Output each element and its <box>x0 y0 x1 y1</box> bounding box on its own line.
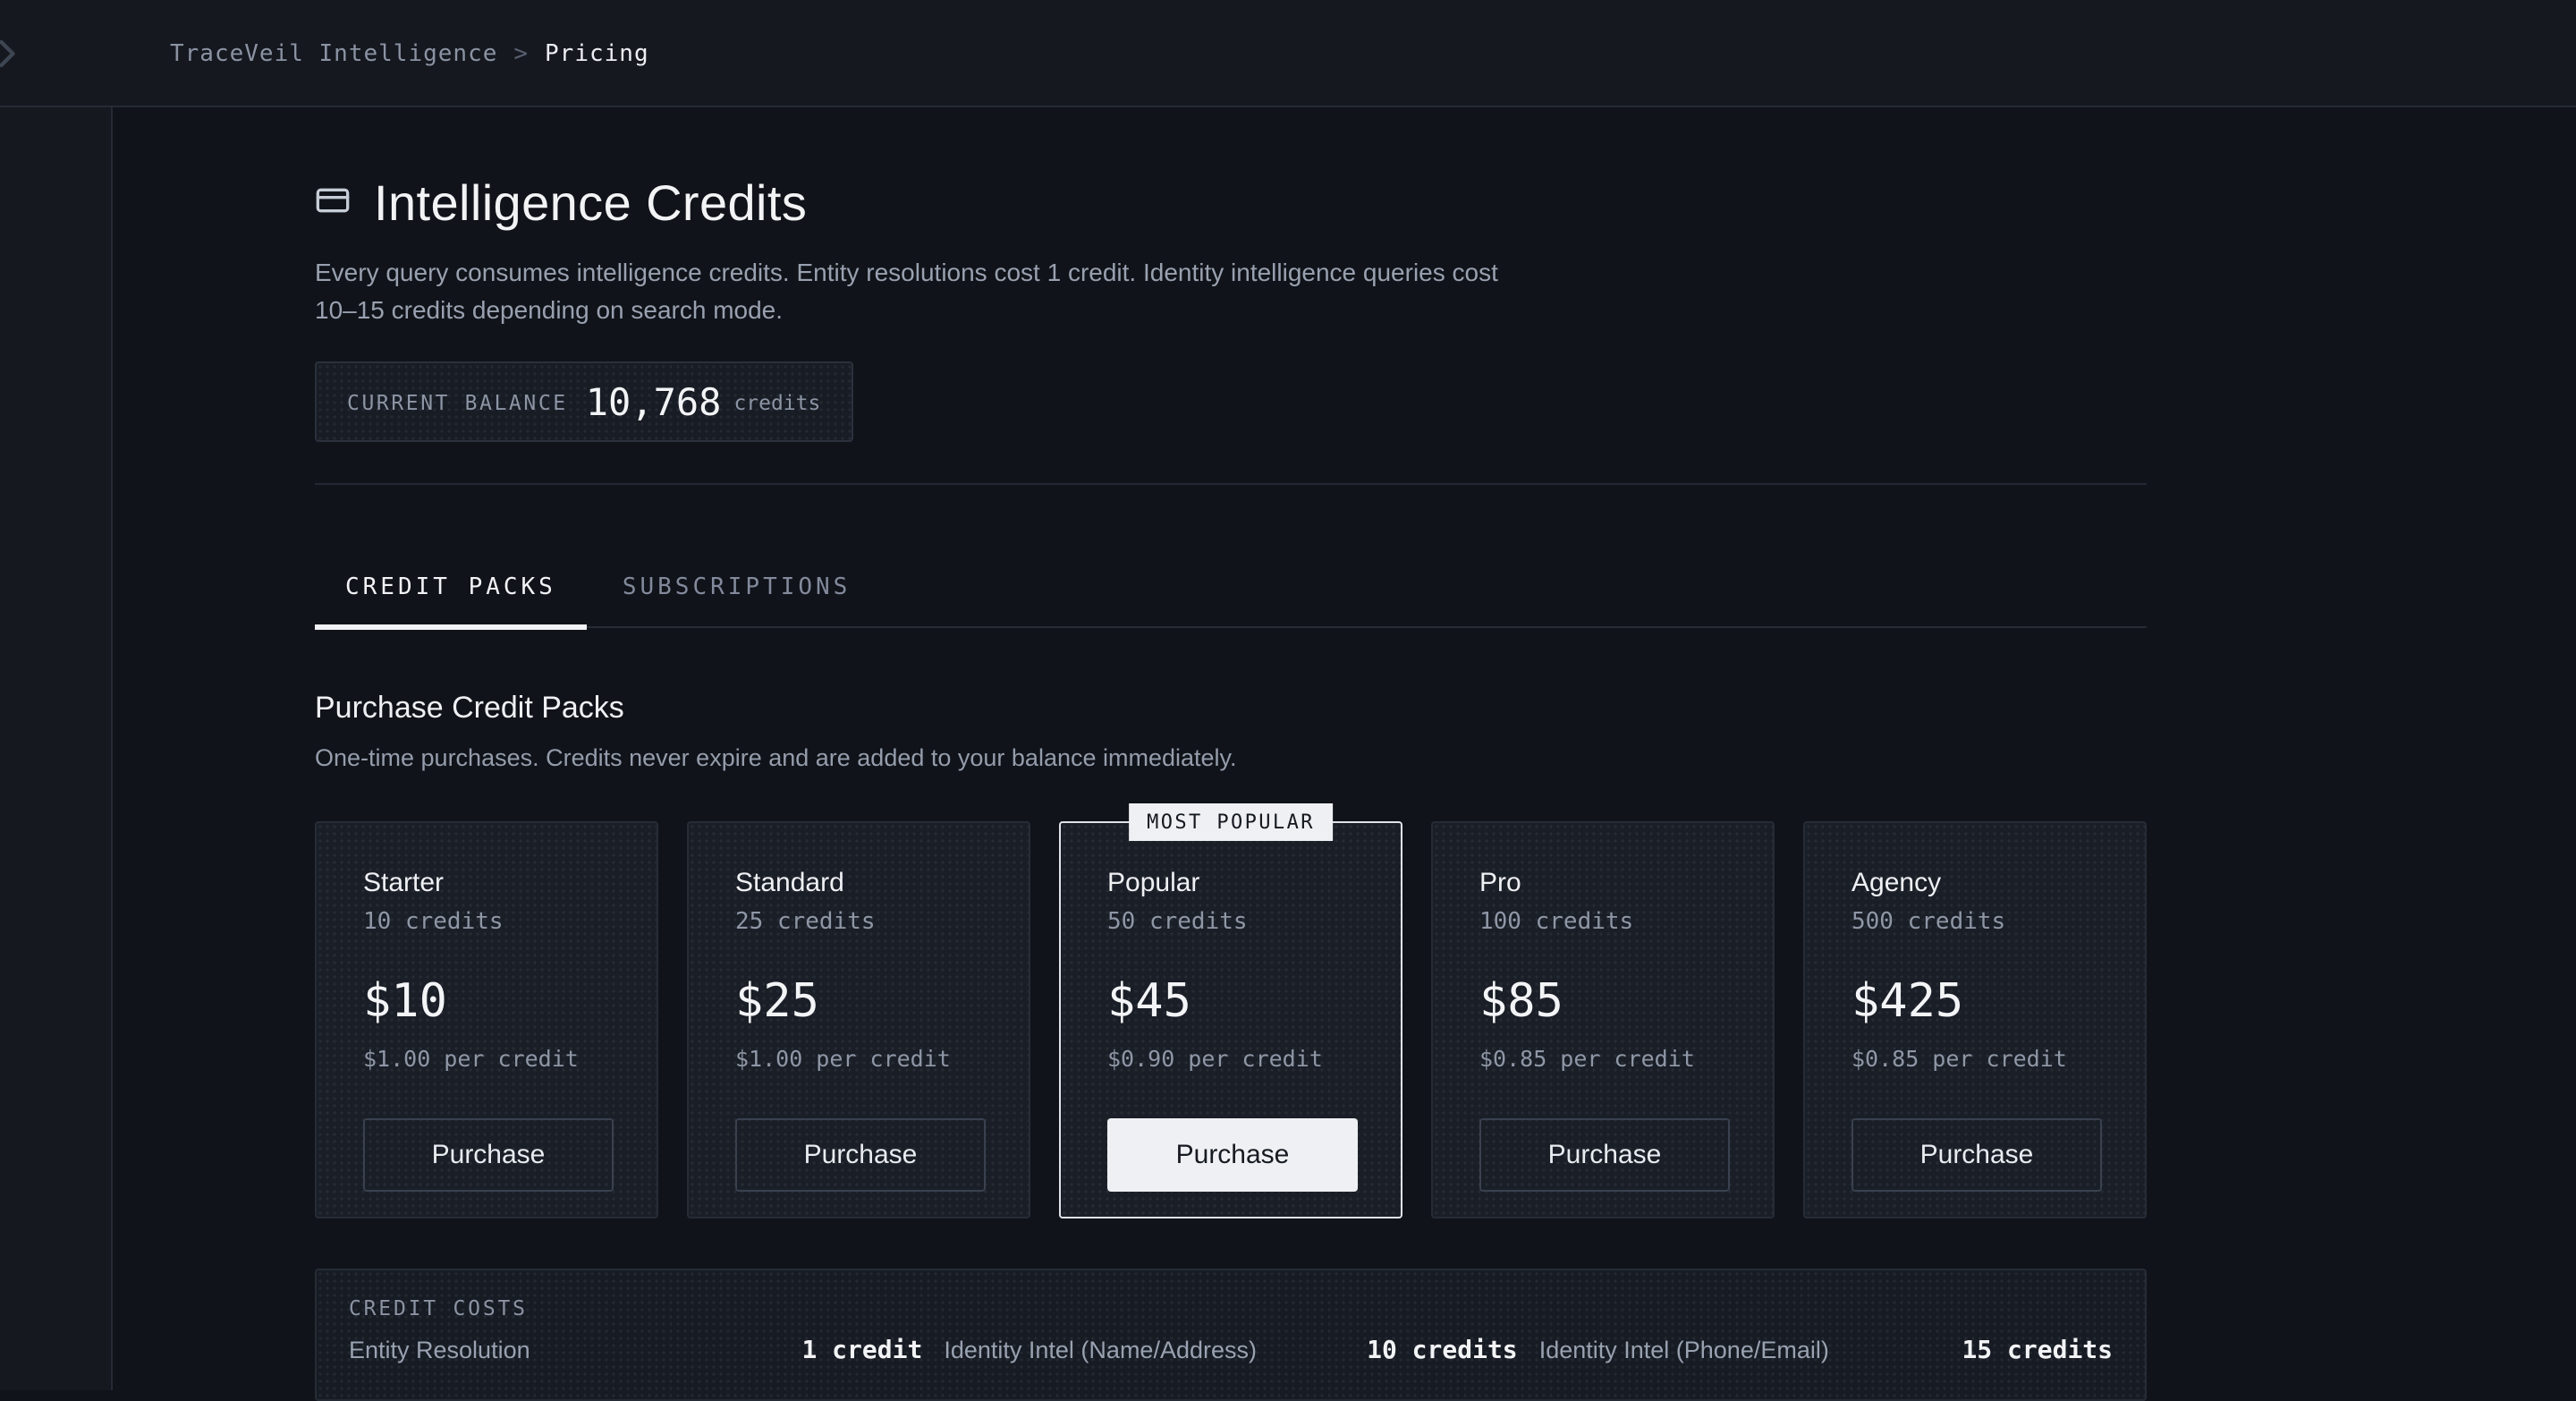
tab-bar: CREDIT PACKS SUBSCRIPTIONS <box>315 499 2147 628</box>
card-standard: Standard 25 credits $25 $1.00 per credit… <box>687 821 1030 1218</box>
card-price: $25 <box>735 977 982 1027</box>
card-credits: 25 credits <box>735 909 982 936</box>
credit-cost-entity-resolution: Entity Resolution 1 credit <box>349 1337 922 1365</box>
page-description: Every query consumes intelligence credit… <box>315 254 1567 327</box>
card-credits: 10 credits <box>363 909 610 936</box>
card-credits: 100 credits <box>1479 909 1726 936</box>
cost-label: Identity Intel (Name/Address) <box>944 1337 1257 1363</box>
most-popular-badge: MOST POPULAR <box>1129 803 1333 841</box>
card-name: Popular <box>1107 870 1354 898</box>
card-name: Starter <box>363 870 610 898</box>
cost-label: Identity Intel (Phone/Email) <box>1539 1337 1829 1363</box>
card-per-credit: $1.00 per credit <box>735 1045 982 1072</box>
card-per-credit: $1.00 per credit <box>363 1045 610 1072</box>
credit-costs-row: Entity Resolution 1 credit Identity Inte… <box>349 1337 2113 1365</box>
cost-value: 1 credit <box>801 1337 922 1365</box>
purchase-button-starter[interactable]: Purchase <box>363 1118 614 1192</box>
app-window: TraceVeil Intelligence > Pricing <box>0 0 2576 1390</box>
card-price: $425 <box>1852 977 2098 1027</box>
purchase-button-popular[interactable]: Purchase <box>1107 1118 1358 1192</box>
breadcrumb-root[interactable]: TraceVeil Intelligence <box>170 40 497 67</box>
breadcrumb-separator: > <box>513 40 529 67</box>
card-credits: 500 credits <box>1852 909 2098 936</box>
credit-cost-identity-name-address: Identity Intel (Name/Address) 10 credits <box>944 1337 1517 1365</box>
balance-value: 10,768 <box>586 380 722 423</box>
cost-label: Entity Resolution <box>349 1337 530 1363</box>
cost-value: 15 credits <box>1962 1337 2113 1365</box>
current-balance-box: CURRENT BALANCE 10,768 credits <box>315 361 852 442</box>
credit-costs-box: CREDIT COSTS Entity Resolution 1 credit … <box>315 1269 2147 1401</box>
card-starter: Starter 10 credits $10 $1.00 per credit … <box>315 821 658 1218</box>
credit-card-title-icon <box>315 182 351 226</box>
page-title: Intelligence Credits <box>374 177 807 231</box>
card-credits: 50 credits <box>1107 909 1354 936</box>
sidebar-collapse-chevron-icon[interactable] <box>0 30 30 77</box>
card-price: $45 <box>1107 977 1354 1027</box>
main-content: Intelligence Credits Every query consume… <box>315 107 2147 1401</box>
pricing-cards: Starter 10 credits $10 $1.00 per credit … <box>315 821 2147 1218</box>
card-name: Agency <box>1852 870 2098 898</box>
card-per-credit: $0.85 per credit <box>1479 1045 1726 1072</box>
section-heading: Purchase Credit Packs <box>315 692 2147 723</box>
breadcrumb: TraceVeil Intelligence > Pricing <box>170 0 649 107</box>
purchase-button-agency[interactable]: Purchase <box>1852 1118 2102 1192</box>
card-popular: MOST POPULAR Popular 50 credits $45 $0.9… <box>1059 821 1402 1218</box>
section-subheading: One-time purchases. Credits never expire… <box>315 744 2147 773</box>
top-bar: TraceVeil Intelligence > Pricing <box>0 0 2576 107</box>
sidebar <box>0 0 113 1390</box>
page-description-line2: 10–15 credits depending on search mode. <box>315 291 1567 327</box>
card-pro: Pro 100 credits $85 $0.85 per credit Pur… <box>1431 821 1775 1218</box>
card-per-credit: $0.85 per credit <box>1852 1045 2098 1072</box>
tab-credit-packs[interactable]: CREDIT PACKS <box>315 574 587 626</box>
tab-subscriptions[interactable]: SUBSCRIPTIONS <box>592 574 882 626</box>
section-divider <box>315 483 2147 485</box>
card-price: $10 <box>363 977 610 1027</box>
page-description-line1: Every query consumes intelligence credit… <box>315 254 1567 291</box>
card-agency: Agency 500 credits $425 $0.85 per credit… <box>1803 821 2147 1218</box>
card-per-credit: $0.90 per credit <box>1107 1045 1354 1072</box>
card-name: Pro <box>1479 870 1726 898</box>
balance-label: CURRENT BALANCE <box>347 389 568 414</box>
cost-value: 10 credits <box>1367 1337 1518 1365</box>
credit-costs-label: CREDIT COSTS <box>349 1295 2113 1320</box>
card-name: Standard <box>735 870 982 898</box>
balance-unit: credits <box>733 389 820 414</box>
purchase-button-pro[interactable]: Purchase <box>1479 1118 1730 1192</box>
breadcrumb-current: Pricing <box>545 40 649 67</box>
credit-cost-identity-phone-email: Identity Intel (Phone/Email) 15 credits <box>1539 1337 2113 1365</box>
purchase-button-standard[interactable]: Purchase <box>735 1118 986 1192</box>
card-price: $85 <box>1479 977 1726 1027</box>
